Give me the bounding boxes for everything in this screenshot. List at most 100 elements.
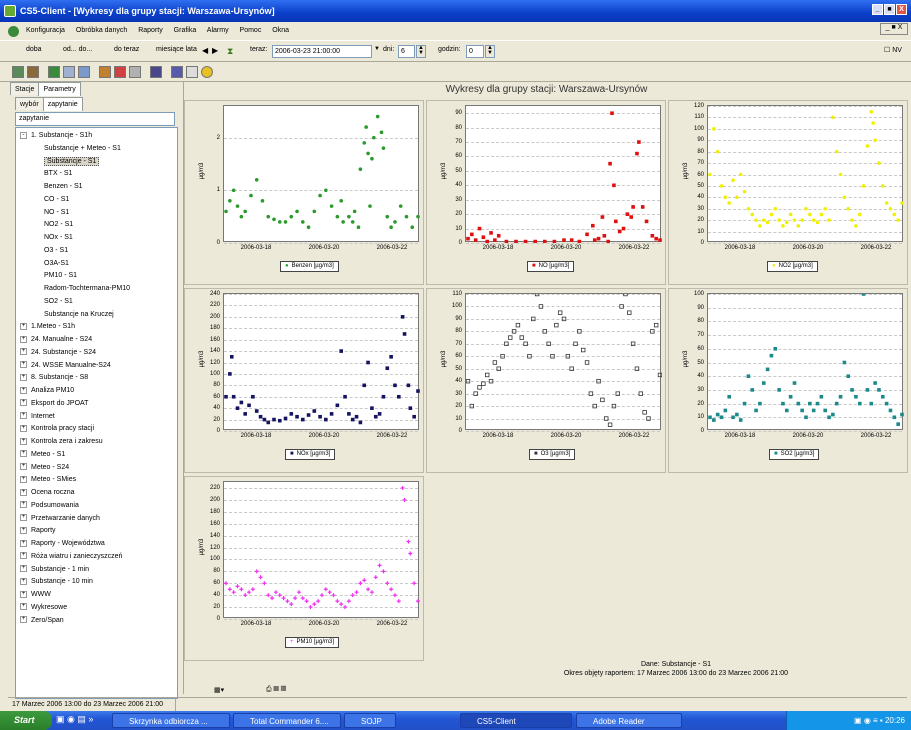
doc-minimize-button[interactable]: _ (886, 24, 890, 31)
tree-item[interactable]: O3A-S1 (44, 258, 69, 270)
godzin-input[interactable]: 0 (466, 45, 484, 58)
export-icon[interactable] (129, 66, 141, 78)
expand-icon[interactable]: + (20, 514, 27, 522)
tray-icons[interactable]: ▣ ◉ ≡ ▪ (854, 716, 885, 725)
tree-item[interactable]: Substancje - S1 (44, 156, 100, 168)
menu-okna[interactable]: Okna (272, 27, 289, 34)
tree-item[interactable]: + Substancje - 10 min (20, 576, 93, 588)
expand-icon[interactable]: + (20, 322, 27, 330)
tree-item[interactable]: BTX - S1 (44, 168, 72, 180)
tree-item[interactable]: + Analiza PM10 (20, 385, 74, 397)
miesiace-lata-button[interactable]: miesiące lata (156, 46, 197, 53)
expand-icon[interactable]: + (20, 475, 27, 483)
menu-raporty[interactable]: Raporty (138, 27, 163, 34)
stations-icon[interactable] (12, 66, 24, 78)
tree-item[interactable]: + Raporty (20, 525, 56, 537)
tab-zapytanie[interactable]: zapytanie (42, 97, 83, 111)
quicklaunch-icons[interactable]: ▣ ◉ ▤ » (56, 714, 93, 725)
expand-icon[interactable]: + (20, 577, 27, 585)
tree-item[interactable]: PM10 - S1 (44, 270, 77, 282)
expand-icon[interactable]: + (20, 386, 27, 394)
tree-item[interactable]: +24. Substancje - S24 (20, 347, 96, 359)
pdf-icon[interactable] (114, 66, 126, 78)
tree-item[interactable]: NO2 - S1 (44, 219, 73, 231)
expand-icon[interactable]: + (20, 501, 27, 509)
expand-icon[interactable]: + (20, 348, 27, 356)
settings-icon[interactable] (171, 66, 183, 78)
tab-wybor[interactable]: wybór (15, 97, 44, 110)
expand-icon[interactable]: + (20, 552, 27, 560)
next-icon[interactable]: ▶ (212, 46, 218, 55)
tree-item[interactable]: +8. Substancje - S8 (20, 372, 88, 384)
tab-parametry[interactable]: Parametry (38, 82, 81, 96)
godzin-spinner[interactable]: ▲ ▼ (485, 45, 495, 58)
tree-item[interactable]: Benzen - S1 (44, 181, 83, 193)
doba-button[interactable]: doba (26, 46, 42, 53)
expand-icon[interactable]: + (20, 399, 27, 407)
tree-item[interactable]: +24. Manualne - S24 (20, 334, 92, 346)
expand-icon[interactable]: + (20, 361, 27, 369)
help-icon[interactable] (201, 66, 213, 78)
tree-item[interactable]: +1.Meteo - S1h (20, 321, 75, 333)
params-icon[interactable] (27, 66, 39, 78)
collapse-icon[interactable]: - (20, 131, 27, 139)
tree-item[interactable]: + Kontrola zera i zakresu (20, 436, 103, 448)
zoom-icon[interactable] (186, 66, 198, 78)
tree-item[interactable]: -1. Substancje - S1h (20, 130, 92, 142)
tree-item[interactable]: Substancje + Meteo - S1 (44, 143, 121, 155)
expand-icon[interactable]: + (20, 412, 27, 420)
expand-icon[interactable]: + (20, 526, 27, 534)
tree-item[interactable]: +24. WSSE Manualne-S24 (20, 360, 111, 372)
task-outlook[interactable]: Skrzynka odbiorcza ... (112, 713, 230, 728)
tree-item[interactable]: + Internet (20, 411, 55, 423)
minimize-button[interactable]: _ (872, 4, 883, 15)
tree-item[interactable]: + Podsumowania (20, 500, 79, 512)
teraz-dropdown-icon[interactable]: ▼ (374, 46, 380, 52)
menu-pomoc[interactable]: Pomoc (240, 27, 262, 34)
menu-grafika[interactable]: Grafika (174, 27, 197, 34)
tree-item[interactable]: Substancje na Kruczej (44, 309, 114, 321)
expand-icon[interactable]: + (20, 437, 27, 445)
menu-alarmy[interactable]: Alarmy (207, 27, 229, 34)
expand-icon[interactable]: + (20, 424, 27, 432)
tree-item[interactable]: + Substancje - 1 min (20, 564, 89, 576)
expand-icon[interactable]: + (20, 450, 27, 458)
do-teraz-button[interactable]: do teraz (114, 46, 139, 53)
chart-icon[interactable] (48, 66, 60, 78)
expand-icon[interactable]: + (20, 616, 27, 624)
task-totalcmd[interactable]: Total Commander 6.... (233, 713, 341, 728)
dni-input[interactable]: 6 (398, 45, 415, 58)
tree-item[interactable]: + Wykresowe (20, 602, 67, 614)
filter-icon[interactable]: ⧗ (227, 46, 233, 57)
expand-icon[interactable]: + (20, 463, 27, 471)
edit-icon[interactable] (99, 66, 111, 78)
tree-item[interactable]: + Meteo - SMies (20, 474, 76, 486)
menu-obrobka[interactable]: Obróbka danych (76, 27, 127, 34)
dni-spinner[interactable]: ▲ ▼ (416, 45, 426, 58)
expand-icon[interactable]: + (20, 488, 27, 496)
tree-item[interactable]: + WWW (20, 589, 51, 601)
expand-icon[interactable]: + (20, 603, 27, 611)
tree-item[interactable]: SO2 - S1 (44, 296, 73, 308)
tab-stacje[interactable]: Stacje (10, 82, 40, 95)
prev-icon[interactable]: ◀ (202, 46, 208, 55)
expand-icon[interactable]: + (20, 373, 27, 381)
expand-icon[interactable]: + (20, 539, 27, 547)
tree-item[interactable]: + Meteo - S1 (20, 449, 65, 461)
tree-item[interactable]: O3 - S1 (44, 245, 68, 257)
tree-item[interactable]: CO - S1 (44, 194, 69, 206)
expand-icon[interactable]: + (20, 590, 27, 598)
expand-icon[interactable]: + (20, 565, 27, 573)
tree-item[interactable]: + Eksport do JPOAT (20, 398, 88, 410)
tree-item[interactable]: NOx - S1 (44, 232, 73, 244)
tree-item[interactable]: + Ocena roczna (20, 487, 75, 499)
expand-icon[interactable]: + (20, 335, 27, 343)
report-icon[interactable] (78, 66, 90, 78)
task-cs5client[interactable]: CS5-Client (460, 713, 572, 728)
tree-item[interactable]: + Meteo - S24 (20, 462, 69, 474)
print-preview-icons[interactable]: ⎙ ▤ ▥ (266, 686, 286, 694)
task-adobe[interactable]: Adobe Reader (576, 713, 682, 728)
tree-item[interactable]: + Raporty - Województwa (20, 538, 105, 550)
chart-type-icon[interactable]: ▦▾ (214, 686, 224, 694)
table-icon[interactable] (63, 66, 75, 78)
